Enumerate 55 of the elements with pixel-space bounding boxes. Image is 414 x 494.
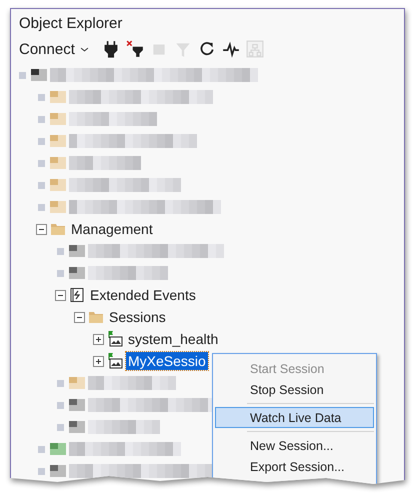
activity-icon[interactable] bbox=[222, 40, 240, 58]
expander-icon[interactable] bbox=[36, 92, 47, 102]
expander-icon[interactable] bbox=[55, 378, 66, 388]
expander-icon[interactable] bbox=[36, 202, 47, 212]
redacted-icon bbox=[31, 67, 47, 83]
redacted-icon bbox=[50, 441, 66, 457]
expand-icon[interactable] bbox=[93, 334, 104, 344]
connect-button[interactable]: Connect bbox=[17, 40, 92, 58]
panel-title: Object Explorer bbox=[18, 14, 122, 32]
expander-icon[interactable] bbox=[17, 70, 28, 80]
redacted-icon bbox=[50, 133, 66, 149]
expander-icon[interactable] bbox=[36, 136, 47, 146]
redacted-text bbox=[69, 156, 141, 170]
redacted-icon bbox=[69, 375, 85, 391]
redacted-icon bbox=[50, 89, 66, 105]
redacted-icon bbox=[50, 199, 66, 215]
expander-icon[interactable] bbox=[55, 400, 66, 410]
menu-item[interactable]: Watch Live Data bbox=[215, 407, 374, 428]
redacted-icon bbox=[50, 155, 66, 171]
redacted-icon bbox=[50, 111, 66, 127]
expander-icon[interactable] bbox=[36, 180, 47, 190]
expand-icon[interactable] bbox=[93, 356, 104, 366]
event-icon bbox=[69, 287, 85, 303]
expander-icon[interactable] bbox=[36, 114, 47, 124]
menu-item[interactable]: Export Session... bbox=[215, 456, 374, 477]
expander-icon[interactable] bbox=[36, 158, 47, 168]
collapse-icon[interactable] bbox=[55, 290, 66, 300]
expander-icon[interactable] bbox=[55, 268, 66, 278]
redacted-text bbox=[88, 420, 160, 434]
disconnect-icon[interactable] bbox=[126, 40, 144, 58]
expander-icon[interactable] bbox=[36, 466, 47, 476]
folder-icon bbox=[88, 309, 104, 325]
plug-icon[interactable] bbox=[102, 40, 120, 58]
session-icon bbox=[107, 331, 123, 347]
collapse-icon[interactable] bbox=[36, 224, 47, 234]
redacted-icon bbox=[69, 265, 85, 281]
tree-item[interactable]: Sessions bbox=[107, 308, 168, 326]
redacted-icon bbox=[69, 397, 85, 413]
tree-item[interactable]: system_health bbox=[126, 330, 220, 348]
expander-icon[interactable] bbox=[36, 444, 47, 454]
tree-item[interactable]: MyXeSessio bbox=[126, 352, 208, 370]
folder-icon bbox=[50, 221, 66, 237]
session-icon bbox=[107, 353, 123, 369]
redacted-icon bbox=[69, 243, 85, 259]
refresh-icon[interactable] bbox=[198, 40, 216, 58]
menu-item[interactable]: New Session... bbox=[215, 435, 374, 456]
tree-item[interactable]: Extended Events bbox=[88, 286, 198, 304]
redacted-icon bbox=[50, 463, 66, 479]
tree-item[interactable]: Management bbox=[69, 220, 155, 238]
redacted-icon bbox=[69, 419, 85, 435]
menu-item[interactable]: Stop Session bbox=[215, 379, 374, 400]
expander-icon[interactable] bbox=[55, 246, 66, 256]
collapse-icon[interactable] bbox=[74, 312, 85, 322]
redacted-icon bbox=[50, 177, 66, 193]
expander-icon[interactable] bbox=[55, 422, 66, 432]
